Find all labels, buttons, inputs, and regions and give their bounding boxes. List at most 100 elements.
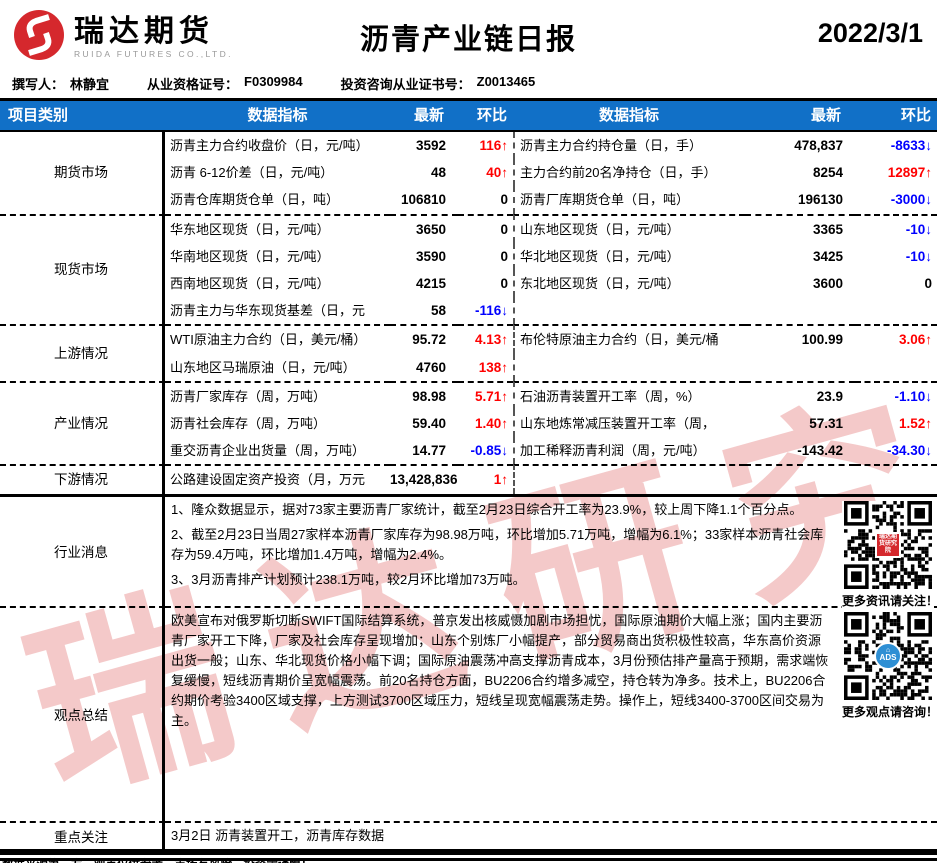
data-grid: 项目类别 数据指标 最新 环比 数据指标 最新 环比 期货市场沥青主力合约收盘价…: [0, 98, 937, 852]
latest-value: 8254: [745, 159, 855, 186]
change-value: -0.85↓: [458, 437, 513, 464]
qr-panel: 瑞达期货研究院更多资讯请关注！: [842, 501, 934, 609]
latest-value: -143.42: [745, 437, 855, 464]
category-cell: 上游情况: [0, 324, 165, 380]
section-label: 观点总结: [0, 606, 165, 821]
change-value: 1.40↑: [458, 410, 513, 437]
indicator-label: 加工稀释沥青利润（周，元/吨）: [513, 437, 745, 464]
latest-value: 13,428,836: [390, 464, 458, 493]
indicator-label: 华东地区现货（日，元/吨）: [165, 214, 390, 243]
change-value: 138↑: [458, 354, 513, 381]
column-header-latest-right: 最新: [745, 101, 855, 132]
latest-value: 95.72: [390, 324, 458, 353]
indicator-label: [513, 297, 745, 324]
latest-value: 4760: [390, 354, 458, 381]
indicator-label: 重交沥青企业出货量（周，万吨）: [165, 437, 390, 464]
indicator-label: 沥青 6-12价差（日，元/吨）: [165, 159, 390, 186]
change-value: -34.30↓: [855, 437, 937, 464]
report-date: 2022/3/1: [818, 18, 923, 49]
cert-number: F0309984: [244, 74, 303, 93]
qr-caption: 更多观点请咨询！: [842, 703, 934, 720]
qr-code-icon: 瑞达期货研究院: [844, 501, 932, 589]
latest-value: 3365: [745, 214, 855, 243]
indicator-label: 沥青厂家库存（周，万吨）: [165, 381, 390, 410]
indicator-label: 沥青主力合约持仓量（日，手）: [513, 132, 745, 159]
change-value: [855, 297, 937, 324]
change-value: 12897↑: [855, 159, 937, 186]
change-value: [855, 354, 937, 381]
change-value: -1.10↓: [855, 381, 937, 410]
change-value: [855, 464, 937, 493]
latest-value: 4215: [390, 270, 458, 297]
author-label: 撰写人：: [12, 74, 64, 93]
section-body-3: 3月2日 沥青装置开工，沥青库存数据: [165, 821, 937, 849]
change-value: -10↓: [855, 243, 937, 270]
column-header-indicator-left: 数据指标: [165, 101, 390, 132]
indicator-label: 东北地区现货（日，元/吨）: [513, 270, 745, 297]
byline: 撰写人： 林静宜 从业资格证号： F0309984 投资咨询从业证书号： Z00…: [0, 74, 937, 98]
change-value: 0: [458, 270, 513, 297]
latest-value: 100.99: [745, 324, 855, 353]
latest-value: [745, 354, 855, 381]
indicator-label: 主力合约前20名净持仓（日，手）: [513, 159, 745, 186]
change-value: 1.52↑: [855, 410, 937, 437]
category-cell: 下游情况: [0, 464, 165, 493]
latest-value: 98.98: [390, 381, 458, 410]
section-body-1: 1、隆众数据显示，据对73家主要沥青厂家统计，截至2月23日综合开工率为23.9…: [165, 494, 937, 606]
section-paragraph: 3、3月沥青排产计划预计238.1万吨，较2月环比增加73万吨。: [165, 567, 937, 592]
change-value: -3000↓: [855, 186, 937, 213]
column-header-latest-left: 最新: [390, 101, 458, 132]
category-cell: 期货市场: [0, 132, 165, 214]
latest-value: 478,837: [745, 132, 855, 159]
qr-caption: 更多资讯请关注！: [842, 592, 934, 609]
category-cell: 产业情况: [0, 381, 165, 465]
column-header-change-left: 环比: [458, 101, 513, 132]
report-page: 瑞达研究 瑞达期货 RUIDA FUTURES CO.,LTD. 沥青产业链日报…: [0, 0, 937, 863]
column-header-indicator-right: 数据指标: [513, 101, 745, 132]
section-paragraph: 2、截至2月23日当周27家样本沥青厂家库存为98.98万吨，环比增加5.71万…: [165, 522, 937, 567]
latest-value: 3650: [390, 214, 458, 243]
latest-value: 3592: [390, 132, 458, 159]
indicator-label: 山东地区马瑞原油（日，元/吨）: [165, 354, 390, 381]
section-paragraph: 欧美宣布对俄罗斯切断SWIFT国际结算系统，普京发出核威慑加剧市场担忧，国际原油…: [165, 608, 937, 734]
column-header-change-right: 环比: [855, 101, 937, 132]
latest-value: 58: [390, 297, 458, 324]
indicator-label: 沥青厂库期货仓单（日，吨）: [513, 186, 745, 213]
latest-value: 3425: [745, 243, 855, 270]
change-value: -10↓: [855, 214, 937, 243]
latest-value: [745, 297, 855, 324]
qr-panel: ⌂ADS更多观点请咨询！: [842, 612, 934, 720]
latest-value: 48: [390, 159, 458, 186]
indicator-label: 石油沥青装置开工率（周，%）: [513, 381, 745, 410]
section-label: 行业消息: [0, 494, 165, 606]
indicator-label: 沥青仓库期货仓单（日，吨）: [165, 186, 390, 213]
column-header-category: 项目类别: [0, 101, 165, 132]
change-value: -8633↓: [855, 132, 937, 159]
latest-value: 196130: [745, 186, 855, 213]
indicator-label: 沥青主力合约收盘价（日，元/吨）: [165, 132, 390, 159]
advisory-label: 投资咨询从业证书号：: [341, 74, 471, 93]
indicator-label: 布伦特原油主力合约（日，美元/桶: [513, 324, 745, 353]
change-value: 5.71↑: [458, 381, 513, 410]
section-body-2: 欧美宣布对俄罗斯切断SWIFT国际结算系统，普京发出核威慑加剧市场担忧，国际原油…: [165, 606, 937, 821]
indicator-label: 西南地区现货（日，元/吨）: [165, 270, 390, 297]
change-value: 116↑: [458, 132, 513, 159]
section-label: 重点关注: [0, 821, 165, 849]
change-value: 4.13↑: [458, 324, 513, 353]
category-cell: 现货市场: [0, 214, 165, 325]
change-value: -116↓: [458, 297, 513, 324]
change-value: 1↑: [458, 464, 513, 493]
change-value: 40↑: [458, 159, 513, 186]
latest-value: 14.77: [390, 437, 458, 464]
indicator-label: 沥青主力与华东现货基差（日，元: [165, 297, 390, 324]
bottom-double-rule: [0, 852, 937, 861]
indicator-label: 公路建设固定资产投资（月，万元: [165, 464, 390, 493]
latest-value: 59.40: [390, 410, 458, 437]
advisory-number: Z0013465: [477, 74, 536, 93]
report-title: 沥青产业链日报: [0, 16, 937, 58]
latest-value: 3600: [745, 270, 855, 297]
qr-center-logo-ruida: 瑞达期货研究院: [875, 532, 901, 558]
indicator-label: 华南地区现货（日，元/吨）: [165, 243, 390, 270]
latest-value: 3590: [390, 243, 458, 270]
indicator-label: 华北地区现货（日，元/吨）: [513, 243, 745, 270]
